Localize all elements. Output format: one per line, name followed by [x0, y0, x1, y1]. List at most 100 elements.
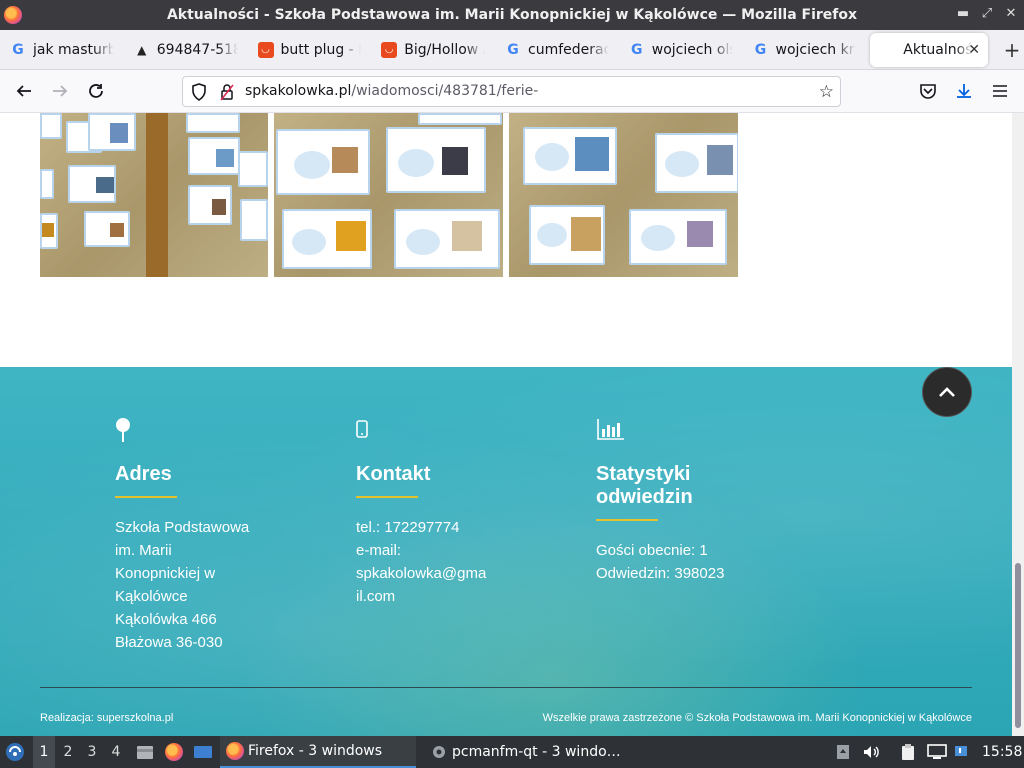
poster-card [629, 209, 727, 265]
workspace-2[interactable]: 2 [57, 736, 79, 768]
task-pcmanfm[interactable]: pcmanfm-qt - 3 windo… [424, 736, 624, 768]
site-footer: Adres Szkoła Podstawowa im. Marii Konopn… [0, 367, 1012, 736]
page-scrollbar[interactable] [1012, 113, 1024, 736]
realization-link[interactable]: Realizacja: superszkolna.pl [40, 712, 173, 724]
footer-heading-address: Adres [115, 463, 172, 485]
contact-email-link[interactable]: il.com [356, 585, 556, 608]
show-desktop-button[interactable] [192, 736, 214, 768]
desktop-icon [194, 746, 212, 758]
firefox-launcher[interactable] [163, 736, 185, 768]
close-window-icon[interactable]: ✕ [1004, 6, 1018, 21]
monitor-icon [927, 744, 947, 759]
restore-icon[interactable]: ⤢ [980, 6, 994, 21]
poster-card [282, 209, 372, 269]
tab-label: Aktualnoś [903, 41, 973, 58]
stats-total-visits: Odwiedzin: 398023 [596, 565, 725, 582]
tray-network[interactable] [953, 736, 973, 768]
url-bar[interactable]: spkakolowka.pl/wiadomosci/483781/ferie- … [182, 76, 841, 107]
contact-email-link[interactable]: spkakolowka@gma [356, 562, 556, 585]
reload-button[interactable] [84, 79, 108, 103]
heading-underline [356, 496, 418, 498]
poster-card [238, 151, 268, 187]
google-icon: G [754, 41, 767, 58]
pornhub-icon: ▲ [137, 42, 147, 57]
tray-volume[interactable] [862, 736, 882, 768]
tab-6[interactable]: G wojciech kru [743, 30, 867, 70]
footer-address-column: Adres Szkoła Podstawowa im. Marii Konopn… [115, 417, 315, 654]
map-pin-icon [115, 417, 315, 443]
system-taskbar: 1 2 3 4 Firefox - 3 windows pcmanfm-qt -… [0, 736, 1024, 768]
poster-card [523, 127, 617, 185]
tab-5[interactable]: G wojciech ols [619, 30, 743, 70]
minimize-icon[interactable]: ▬ [956, 6, 970, 21]
tray-clipboard[interactable] [900, 736, 920, 768]
tab-2[interactable]: ◡ butt plug - E [248, 30, 372, 70]
task-label: Firefox - 3 windows [248, 743, 383, 759]
tab-4[interactable]: G cumfederac [495, 30, 619, 70]
pocket-button[interactable] [916, 79, 940, 103]
page-viewport: Adres Szkoła Podstawowa im. Marii Konopn… [0, 113, 1012, 736]
tab-0[interactable]: G jak masturb [0, 30, 124, 70]
pocket-icon [920, 84, 936, 99]
tray-updates[interactable] [836, 736, 852, 768]
task-firefox[interactable]: Firefox - 3 windows [220, 736, 416, 768]
back-button[interactable] [12, 79, 36, 103]
close-tab-icon[interactable]: ✕ [968, 42, 980, 58]
downloads-button[interactable] [952, 79, 976, 103]
tab-3[interactable]: ◡ Big/Hollow A [371, 30, 495, 70]
tab-label: jak masturb [33, 41, 114, 58]
poster-card [186, 113, 240, 133]
poster-card [68, 165, 116, 203]
shopping-bag-icon: ◡ [257, 41, 274, 58]
window-controls: ▬ ⤢ ✕ [956, 6, 1018, 21]
new-tab-button[interactable]: + [1000, 38, 1024, 62]
poster-card [655, 133, 738, 193]
bookmark-star-icon[interactable]: ☆ [819, 82, 834, 102]
stats-current-guests: Gości obecnie: 1 [596, 542, 708, 559]
forward-button[interactable] [48, 79, 72, 103]
reload-icon [89, 84, 103, 98]
tab-1[interactable]: ▲ 694847-518 [124, 30, 248, 70]
window-titlebar: Aktualności - Szkoła Podstawowa im. Mari… [0, 0, 1024, 30]
address-line: Kąkolówka 466 [115, 611, 217, 628]
poster-card [394, 209, 500, 269]
clock[interactable]: 15:58 [982, 736, 1022, 768]
footer-stats-column: Statystyki odwiedzin Gości obecnie: 1 Odw… [596, 417, 796, 585]
tracking-shield-icon[interactable] [191, 83, 207, 101]
url-path: /wiadomosci/483781/ferie- [351, 83, 539, 99]
gallery-photo-1[interactable] [40, 113, 268, 277]
tab-label: wojciech ols [651, 41, 733, 58]
forward-arrow-icon [53, 85, 68, 97]
lock-icon[interactable] [219, 83, 235, 101]
gallery-photo-3[interactable] [509, 113, 738, 277]
footer-heading-contact: Kontakt [356, 463, 431, 485]
workspace-1[interactable]: 1 [33, 736, 55, 768]
poster-card [84, 211, 130, 247]
poster-card [188, 185, 232, 225]
address-line: Błażowa 36-030 [115, 634, 223, 651]
contact-phone[interactable]: tel.: 172297774 [356, 516, 556, 539]
scroll-to-top-button[interactable] [922, 367, 972, 417]
volume-icon [864, 746, 879, 758]
tray-display[interactable] [927, 736, 949, 768]
page-icon [880, 42, 896, 58]
heading-line: Statystyki [596, 463, 691, 485]
firefox-icon [165, 743, 183, 761]
scrollbar-thumb[interactable] [1015, 563, 1021, 728]
app-menu-button[interactable] [988, 79, 1012, 103]
heading-underline [115, 496, 177, 498]
url-host: spkakolowka.pl [245, 83, 352, 99]
workspace-4[interactable]: 4 [105, 736, 127, 768]
file-manager-launcher[interactable] [134, 736, 156, 768]
tab-7-active[interactable]: Aktualnoś ✕ [870, 32, 989, 67]
download-icon [957, 84, 971, 98]
workspace-3[interactable]: 3 [81, 736, 103, 768]
poster-card [88, 113, 136, 151]
poster-card [40, 169, 54, 199]
gear-icon [433, 746, 445, 758]
poster-card [418, 113, 502, 125]
poster-card [240, 199, 268, 241]
gallery-photo-2[interactable] [274, 113, 503, 277]
start-menu-button[interactable] [4, 736, 28, 768]
address-line: Kąkolówce [115, 588, 188, 605]
